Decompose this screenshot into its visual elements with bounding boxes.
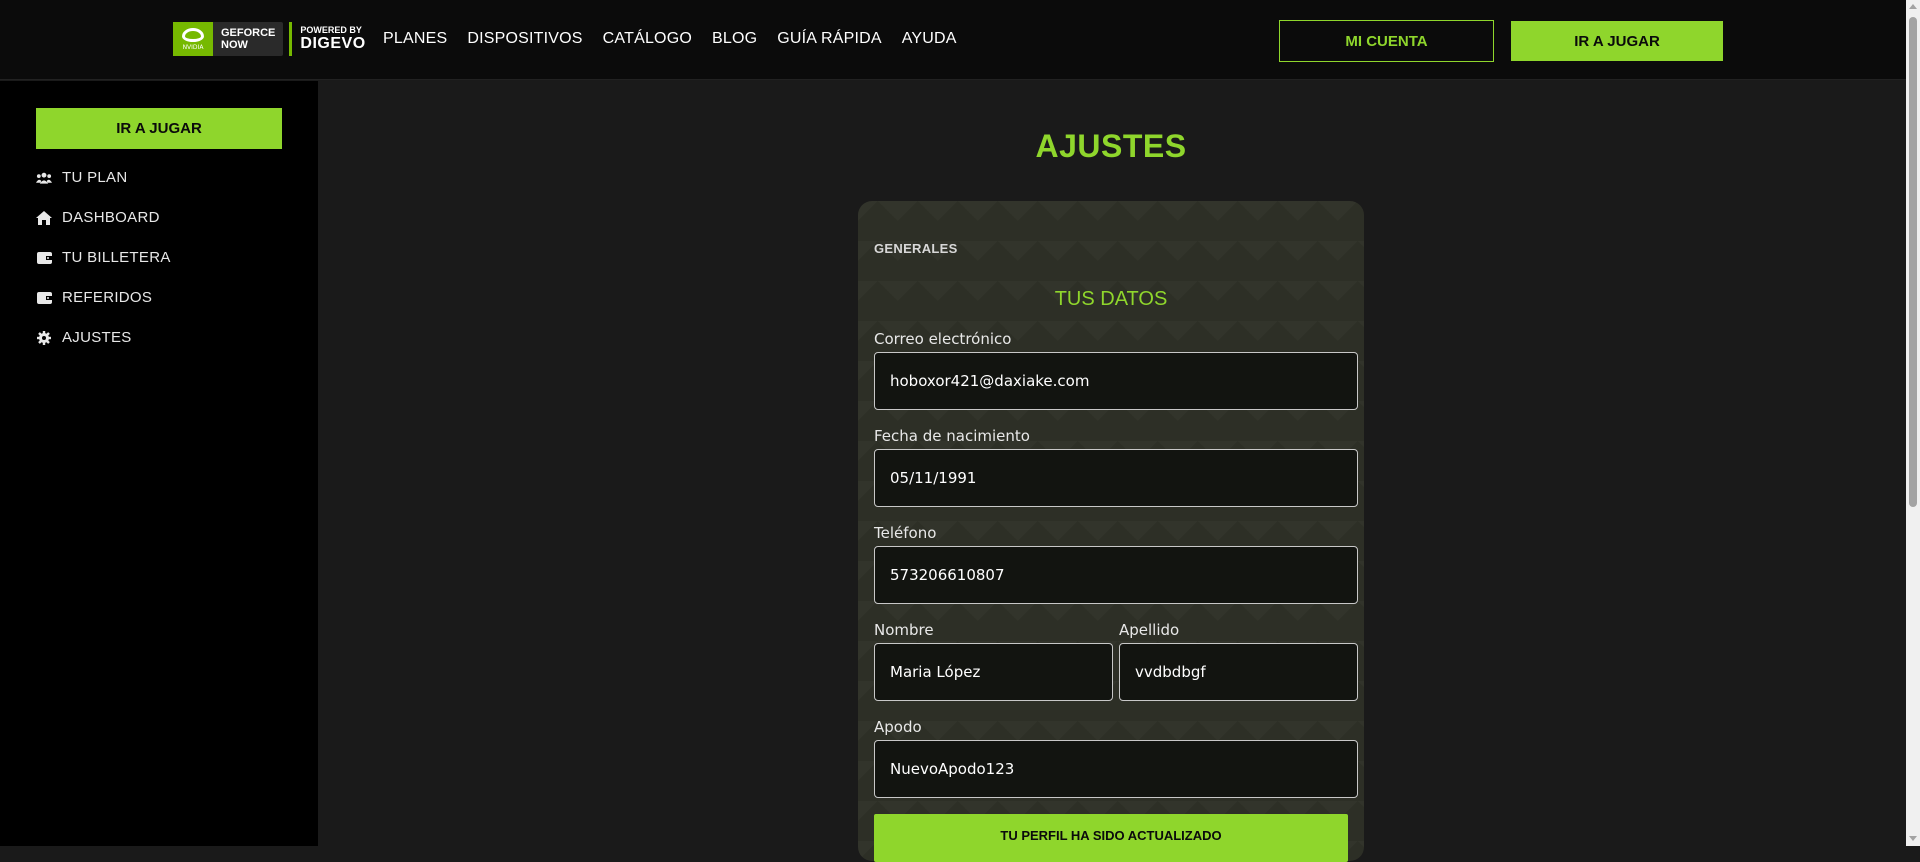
home-icon: [36, 210, 52, 225]
sidebar-item-ajustes[interactable]: AJUSTES: [36, 329, 132, 346]
digevo-text: DIGEVO: [300, 35, 366, 52]
sidebar-item-label: DASHBOARD: [62, 209, 160, 226]
nav-link-catalogo[interactable]: CATÁLOGO: [603, 30, 692, 48]
section-subtitle-tus-datos: TUS DATOS: [1054, 288, 1168, 310]
sidebar-item-label: TU PLAN: [62, 169, 128, 186]
section-heading-generales: GENERALES: [874, 241, 958, 256]
geforce-now-text: GEFORCE NOW: [213, 27, 283, 51]
users-icon: [36, 171, 52, 185]
wallet-icon: [36, 251, 52, 265]
scroll-down-arrow-icon[interactable]: [1909, 836, 1917, 841]
main-nav: PLANES DISPOSITIVOS CATÁLOGO BLOG GUÍA R…: [383, 30, 957, 48]
top-navbar: NVIDIA GEFORCE NOW POWERED BY DIGEVO PLA…: [0, 0, 1906, 80]
birthdate-label: Fecha de nacimiento: [874, 427, 1030, 445]
phone-field[interactable]: 573206610807: [874, 546, 1358, 604]
geforce-text: GEFORCE: [221, 27, 276, 39]
sidebar-item-label: AJUSTES: [62, 329, 132, 346]
settings-card: GENERALES TUS DATOS Correo electrónico h…: [858, 201, 1364, 862]
page-title: AJUSTES: [1035, 128, 1187, 164]
geforce-now-logo[interactable]: NVIDIA GEFORCE NOW POWERED BY DIGEVO: [173, 22, 366, 56]
sidebar: IR A JUGAR TU PLAN DASHBOARD TU BILLETER…: [0, 81, 318, 846]
profile-updated-button[interactable]: TU PERFIL HA SIDO ACTUALIZADO: [874, 814, 1348, 862]
nav-link-guia-rapida[interactable]: GUÍA RÁPIDA: [777, 30, 881, 48]
sidebar-item-referidos[interactable]: REFERIDOS: [36, 289, 152, 306]
ir-a-jugar-header-button[interactable]: IR A JUGAR: [1511, 21, 1723, 61]
nav-link-planes[interactable]: PLANES: [383, 30, 447, 48]
sidebar-item-tu-plan[interactable]: TU PLAN: [36, 169, 127, 186]
scrollbar-thumb[interactable]: [1909, 17, 1917, 507]
email-field[interactable]: hoboxor421@daxiake.com: [874, 352, 1358, 410]
powered-by-digevo: POWERED BY DIGEVO: [292, 25, 365, 53]
nav-link-blog[interactable]: BLOG: [712, 30, 757, 48]
first-name-field[interactable]: Maria López: [874, 643, 1113, 701]
logo-badge: NVIDIA GEFORCE NOW: [173, 22, 284, 56]
powered-by-text: POWERED BY: [300, 25, 362, 35]
scroll-up-arrow-icon[interactable]: [1909, 4, 1917, 9]
nav-link-ayuda[interactable]: AYUDA: [902, 30, 957, 48]
nvidia-eye-icon: NVIDIA: [173, 22, 213, 56]
wallet-icon: [36, 291, 52, 305]
email-label: Correo electrónico: [874, 330, 1012, 348]
gear-icon: [36, 330, 52, 345]
first-name-label: Nombre: [874, 621, 934, 639]
phone-label: Teléfono: [874, 524, 937, 542]
last-name-label: Apellido: [1119, 621, 1180, 639]
page-scrollbar[interactable]: [1906, 0, 1920, 846]
nvidia-text: NVIDIA: [182, 43, 204, 51]
now-text: NOW: [221, 39, 248, 51]
last-name-field[interactable]: vvdbdbgf: [1119, 643, 1358, 701]
nickname-label: Apodo: [874, 718, 922, 736]
mi-cuenta-button[interactable]: MI CUENTA: [1279, 20, 1494, 62]
nav-link-dispositivos[interactable]: DISPOSITIVOS: [467, 30, 582, 48]
sidebar-item-label: TU BILLETERA: [62, 249, 171, 266]
nickname-field[interactable]: NuevoApodo123: [874, 740, 1358, 798]
sidebar-item-dashboard[interactable]: DASHBOARD: [36, 209, 160, 226]
birthdate-field[interactable]: 05/11/1991: [874, 449, 1358, 507]
sidebar-item-label: REFERIDOS: [62, 289, 153, 306]
sidebar-item-tu-billetera[interactable]: TU BILLETERA: [36, 249, 171, 266]
